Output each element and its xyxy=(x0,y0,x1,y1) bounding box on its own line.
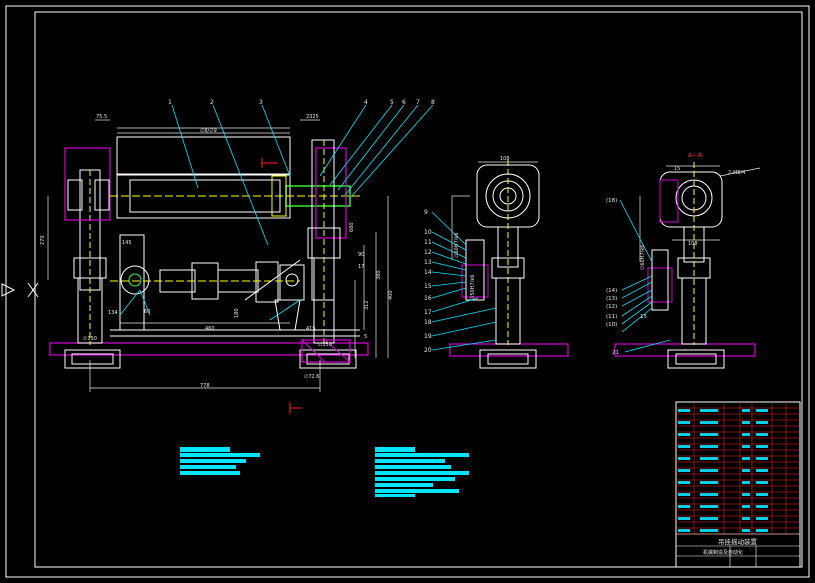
dimension-label: 2325 xyxy=(306,114,319,120)
dimension-label: 180 xyxy=(234,308,240,318)
dimension-label: ∅72.6 xyxy=(304,374,320,380)
dimension-label: 778 xyxy=(200,383,210,389)
dimension-label: 75.5 xyxy=(96,114,107,120)
part-label: 16 xyxy=(424,295,432,302)
dimension-label: ∅50H7/k6 xyxy=(470,275,476,300)
dimension-label: 108 xyxy=(500,156,510,162)
part-label: 7 xyxy=(416,99,420,106)
technical-notes-right xyxy=(375,447,469,497)
part-labels-top: 1 2 3 4 5 6 7 8 xyxy=(168,99,435,106)
part-labels-side: 9 10 11 12 13 14 15 16 17 18 19 20 xyxy=(424,209,432,354)
dimension-label: 60 xyxy=(144,309,150,315)
part-label: 8 xyxy=(431,99,435,106)
front-view xyxy=(47,104,434,414)
dimension-label: 145 xyxy=(122,240,132,246)
drawing-title: 吊挂摇动装置 xyxy=(718,537,758,546)
part-label: 1 xyxy=(168,99,172,106)
dimension-label: 312 xyxy=(364,300,370,310)
part-label: 12 xyxy=(424,249,432,256)
parts-list-table xyxy=(676,402,800,535)
part-label: 15 xyxy=(424,283,432,290)
dimension-label: 17 xyxy=(358,264,364,270)
part-label: 19 xyxy=(424,333,432,340)
part-label: 15 xyxy=(640,314,647,320)
dimension-label: 680 xyxy=(349,222,355,232)
dimension-label: ∅150 xyxy=(318,342,332,348)
dimension-labels-right: 15 108 ∅60H7/k6 xyxy=(640,166,698,270)
part-label: 9 xyxy=(424,209,428,216)
dimension-label: ∅150 xyxy=(83,336,97,342)
part-label: 3 xyxy=(259,99,263,106)
part-label: (14) xyxy=(606,288,617,294)
part-label: 6 xyxy=(402,99,406,106)
part-label: 21 xyxy=(612,350,619,356)
dimension-label: 270 xyxy=(40,235,46,245)
part-label: 2 xyxy=(210,99,214,106)
technical-notes-left xyxy=(180,447,260,475)
dimension-label: 460 xyxy=(205,326,215,332)
part-label: (18) xyxy=(606,198,617,204)
part-label: (12) xyxy=(606,304,617,310)
section-view-label: A—A xyxy=(688,152,703,159)
part-label: 13 xyxy=(424,259,432,266)
part-label: (11) xyxy=(606,314,617,320)
school-name: 机械制造及自动化 xyxy=(703,549,743,556)
dimension-label: 400 xyxy=(388,290,394,300)
dimension-label: ∅60H7/k6 xyxy=(454,233,460,258)
dimension-label: 15 xyxy=(674,166,680,172)
part-label: 14 xyxy=(424,269,432,276)
cad-drawing-sheet: 1 2 3 4 5 6 7 8 75.5 ∅8/∅9 2325 270 145 … xyxy=(1,5,810,578)
part-label: 5 xyxy=(390,99,394,106)
dimension-label: 415 xyxy=(306,326,316,332)
dimension-label: 90 xyxy=(358,252,364,258)
part-label: (10) xyxy=(606,322,617,328)
part-label: 20 xyxy=(424,347,432,354)
title-block: 吊挂摇动装置 机械制造及自动化 xyxy=(675,401,801,568)
thread-note: 2-M8/4 xyxy=(728,170,745,176)
part-label: 10 xyxy=(424,229,432,236)
ucs-icon xyxy=(1,282,39,298)
dimension-label: 108 xyxy=(688,241,698,247)
dimension-label: 380 xyxy=(376,270,382,280)
part-labels-right: (18) (14) (13) (12) (11) (10) 15 21 xyxy=(606,198,647,356)
dimension-labels-main: 75.5 ∅8/∅9 2325 270 145 134 60 460 180 6… xyxy=(40,114,394,389)
dimension-label: 5 xyxy=(364,334,367,340)
part-label: (13) xyxy=(606,296,617,302)
side-view xyxy=(431,160,569,369)
section-view-a-a xyxy=(614,162,761,369)
dimension-label: ∅60H7/k6 xyxy=(640,245,646,270)
part-label: 4 xyxy=(364,99,368,106)
part-label: 11 xyxy=(424,239,432,246)
part-label: 18 xyxy=(424,319,432,326)
dimension-label: ∅8/∅9 xyxy=(200,128,217,134)
part-label: 17 xyxy=(424,309,432,316)
dimension-label: 134 xyxy=(108,310,118,316)
